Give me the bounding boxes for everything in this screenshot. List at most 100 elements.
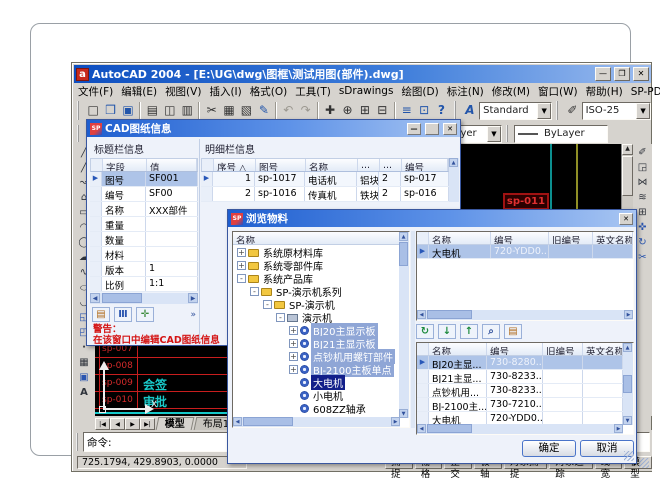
move-up-icon[interactable]: ↑: [460, 324, 478, 339]
scrollbar-thumb[interactable]: [622, 156, 633, 196]
tree-column-header[interactable]: 名称: [233, 232, 409, 244]
match-properties-icon[interactable]: ✎: [256, 102, 272, 120]
overflow-icon[interactable]: »: [190, 310, 196, 320]
toolbar-grip[interactable]: [77, 101, 81, 119]
close-icon[interactable]: ✕: [619, 213, 633, 225]
menu-insert[interactable]: 插入(I): [205, 83, 245, 100]
scroll-up-icon[interactable]: ▲: [449, 158, 458, 167]
field-value[interactable]: SF001: [146, 172, 198, 186]
vertical-scrollbar[interactable]: ▲ ▼: [623, 343, 633, 425]
text-style-combo[interactable]: Standard ▼: [479, 102, 552, 120]
erase-icon[interactable]: ✐: [634, 146, 651, 161]
column-header[interactable]: ...: [380, 159, 402, 171]
table-row[interactable]: 重量: [90, 217, 198, 232]
menu-edrawings[interactable]: sDrawings: [335, 84, 398, 98]
help-icon[interactable]: ?: [433, 102, 449, 120]
resize-grip[interactable]: [624, 451, 634, 461]
toolbar-grip[interactable]: [556, 101, 560, 119]
scroll-right-icon[interactable]: ▶: [614, 424, 623, 433]
redo-icon[interactable]: ↷: [297, 102, 313, 120]
field-value[interactable]: 1:1: [146, 277, 198, 291]
menu-tools[interactable]: 工具(T): [291, 83, 335, 100]
toolbar-grip[interactable]: [506, 125, 510, 142]
new-icon[interactable]: □: [85, 102, 101, 120]
column-header[interactable]: 名称: [306, 159, 358, 171]
region-icon[interactable]: ▣: [76, 371, 93, 386]
zoom-window-icon[interactable]: ⊞: [357, 102, 373, 120]
scrollbar-thumb[interactable]: [243, 417, 293, 426]
prev-tab-icon[interactable]: ◀: [110, 418, 125, 430]
table-row[interactable]: 名称 XXX部件: [90, 202, 198, 217]
column-header[interactable]: 字段: [103, 159, 147, 171]
field-value[interactable]: 1: [146, 262, 198, 276]
copy-object-icon[interactable]: ◲: [634, 161, 651, 176]
paste-icon[interactable]: ▧: [238, 102, 254, 120]
horizontal-scrollbar[interactable]: ◀ ▶: [417, 424, 623, 434]
scrollbar-thumb[interactable]: [623, 375, 632, 393]
text-style-icon[interactable]: A: [462, 102, 478, 120]
save-icon[interactable]: ▣: [120, 102, 136, 120]
table-row[interactable]: 材料: [90, 247, 198, 262]
menu-help[interactable]: 帮助(H): [582, 83, 627, 100]
publish-icon[interactable]: ▥: [179, 102, 195, 120]
first-tab-icon[interactable]: |◀: [95, 418, 110, 430]
field-value[interactable]: [146, 232, 198, 246]
close-button[interactable]: ✕: [443, 123, 457, 135]
scrollbar-thumb[interactable]: [399, 242, 408, 266]
table-row[interactable]: 数量: [90, 232, 198, 247]
plot-preview-icon[interactable]: ◫: [162, 102, 178, 120]
zoom-previous-icon[interactable]: ⊟: [374, 102, 390, 120]
refresh-icon[interactable]: ↻: [416, 324, 434, 339]
search-icon[interactable]: ⌕: [482, 324, 500, 339]
maximize-button[interactable]: [425, 123, 439, 135]
hatch-icon[interactable]: ▦: [76, 356, 93, 371]
field-value[interactable]: [146, 247, 198, 261]
columns-icon[interactable]: Ⅲ: [114, 307, 132, 322]
column-header[interactable]: 编号: [402, 159, 448, 171]
command-window-grip[interactable]: [76, 433, 80, 451]
scroll-left-icon[interactable]: ◀: [417, 424, 426, 433]
add-field-icon[interactable]: ✛: [136, 307, 154, 322]
column-header[interactable]: 编号: [487, 343, 543, 355]
tree-item-parts-lib[interactable]: + 系统零部件库: [233, 259, 409, 272]
minimize-button[interactable]: —: [407, 123, 421, 135]
field-value[interactable]: SF00: [146, 187, 198, 201]
cad-info-titlebar[interactable]: SP CAD图纸信息 — ✕: [87, 120, 460, 137]
tree-horizontal-scrollbar[interactable]: ◀ ▶: [233, 417, 400, 427]
multiline-text-icon[interactable]: A: [76, 386, 93, 401]
chevron-down-icon[interactable]: ▼: [487, 126, 501, 142]
scroll-left-icon[interactable]: ◀: [417, 310, 426, 319]
table-row[interactable]: ▶ BJ20主显... 730-8280...: [417, 356, 623, 370]
mirror-icon[interactable]: ⋈: [634, 176, 651, 191]
expand-icon[interactable]: -: [263, 300, 272, 309]
edit-info-icon[interactable]: ▤: [92, 307, 110, 322]
expand-icon[interactable]: +: [237, 248, 246, 257]
table-row[interactable]: 比例 1:1: [90, 277, 198, 292]
menu-format[interactable]: 格式(O): [246, 83, 291, 100]
scrollbar-thumb[interactable]: [427, 424, 472, 433]
chevron-down-icon[interactable]: ▼: [537, 103, 551, 119]
vertical-scrollbar[interactable]: ▲: [449, 158, 459, 202]
expand-icon[interactable]: -: [276, 313, 285, 322]
pan-icon[interactable]: ✚: [322, 102, 338, 120]
expand-icon[interactable]: +: [289, 352, 298, 361]
column-header[interactable]: 英文名称: [583, 343, 623, 355]
scroll-left-icon[interactable]: ◀: [90, 293, 100, 303]
table-row[interactable]: 点钞机用... 730-8233...: [417, 384, 623, 398]
tab-model[interactable]: 模型: [156, 417, 195, 430]
expand-icon[interactable]: +: [289, 326, 298, 335]
designcenter-icon[interactable]: ⊡: [416, 102, 432, 120]
copy-icon[interactable]: ▦: [221, 102, 237, 120]
properties-icon[interactable]: ≡: [399, 102, 415, 120]
undo-icon[interactable]: ↶: [280, 102, 296, 120]
column-header[interactable]: 名称: [429, 343, 487, 355]
dim-style-icon[interactable]: ✐: [564, 102, 580, 120]
menu-sp-pdm-plugin[interactable]: SP-PDM插件(P): [627, 83, 660, 100]
column-header[interactable]: 图号: [256, 159, 306, 171]
ok-button[interactable]: 确定: [522, 440, 576, 457]
column-header[interactable]: 英文名称: [593, 232, 633, 244]
detail-icon[interactable]: ▤: [504, 324, 522, 339]
table-row[interactable]: BJ21主显... 730-8233...: [417, 370, 623, 384]
table-row[interactable]: 版本 1: [90, 262, 198, 277]
zoom-realtime-icon[interactable]: ⊕: [339, 102, 355, 120]
